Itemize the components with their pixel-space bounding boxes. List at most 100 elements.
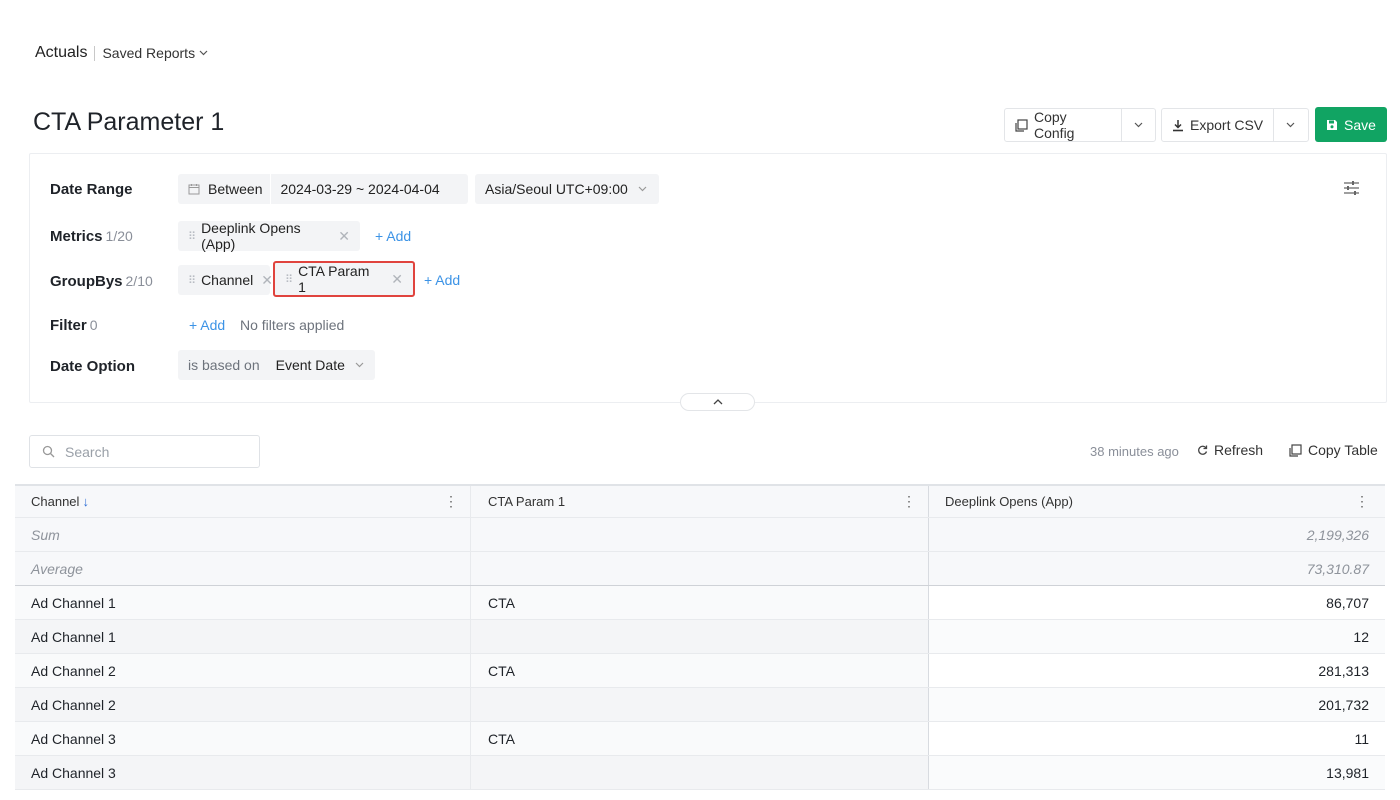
settings-sliders-icon[interactable] [1343, 180, 1360, 196]
breadcrumb: Actuals Saved Reports [35, 42, 208, 64]
channel-cell: Ad Channel 1 [15, 620, 470, 653]
sum-value: 2,199,326 [928, 518, 1385, 551]
copy-icon [1015, 118, 1028, 132]
copy-config-menu-button[interactable] [1121, 109, 1155, 141]
metric-chip-label: Deeplink Opens (App) [201, 220, 301, 252]
channel-cell: Ad Channel 2 [15, 654, 470, 687]
copy-config-button[interactable]: Copy Config [1005, 109, 1121, 141]
add-metric-link[interactable]: + Add [375, 228, 411, 244]
remove-groupby-icon[interactable]: ✕ [261, 272, 273, 289]
date-range-picker[interactable]: Between 2024-03-29 ~ 2024-04-04 [178, 174, 468, 204]
column-header-cta-param-1[interactable]: CTA Param 1 ⋮ [470, 486, 928, 517]
date-option-value: Event Date [275, 357, 345, 373]
value-cell: 281,313 [928, 654, 1385, 687]
search-input[interactable] [63, 442, 243, 461]
sum-label: Sum [31, 526, 60, 543]
table-row[interactable]: Ad Channel 3 CTA 11 [15, 722, 1385, 756]
table-row[interactable]: Ad Channel 2 CTA 281,313 [15, 654, 1385, 688]
search-icon [42, 445, 55, 458]
groupby-chip-cta-param-1[interactable]: ⠿ CTA Param 1 ✕ [273, 261, 415, 297]
sort-descending-icon[interactable]: ↓ [82, 494, 89, 509]
last-updated-text: 38 minutes ago [1090, 444, 1179, 459]
remove-metric-icon[interactable]: ✕ [338, 228, 350, 245]
column-menu-icon[interactable]: ⋮ [444, 493, 458, 510]
column-menu-icon[interactable]: ⋮ [1355, 493, 1369, 510]
refresh-button[interactable]: Refresh [1197, 442, 1263, 458]
chevron-down-icon [199, 50, 208, 56]
column-header-channel[interactable]: Channel ↓ ⋮ [15, 486, 470, 517]
channel-cell: Ad Channel 3 [15, 756, 470, 789]
channel-cell: Ad Channel 3 [15, 722, 470, 755]
groupby-chip-label: CTA Param 1 [298, 263, 370, 295]
chevron-down-icon [1286, 122, 1295, 128]
save-button[interactable]: Save [1315, 107, 1387, 142]
timezone-select[interactable]: Asia/Seoul UTC+09:00 [475, 174, 659, 204]
column-title: Channel [31, 494, 80, 509]
date-option-label: Date Option [50, 358, 135, 375]
average-value: 73,310.87 [928, 552, 1385, 585]
filter-label: Filter 0 [50, 317, 97, 334]
column-header-deeplink-opens[interactable]: Deeplink Opens (App) ⋮ [928, 486, 1385, 517]
date-option-select[interactable]: is based on Event Date [178, 350, 375, 380]
filter-count: 0 [89, 317, 98, 333]
drag-handle-icon[interactable]: ⠿ [285, 273, 293, 286]
groupby-chip-label: Channel [201, 272, 254, 288]
average-label: Average [31, 560, 83, 577]
cta-cell [470, 620, 928, 653]
date-range-value: 2024-03-29 ~ 2024-04-04 [280, 181, 440, 197]
cta-cell [470, 756, 928, 789]
download-icon [1173, 119, 1183, 131]
filter-status: No filters applied [240, 317, 345, 333]
groupbys-count: 2/10 [125, 273, 153, 289]
export-csv-label: Export CSV [1190, 117, 1264, 133]
average-cta-cell [470, 552, 928, 585]
groupbys-label-text: GroupBys [50, 273, 123, 290]
drag-handle-icon[interactable]: ⠿ [188, 230, 196, 243]
column-title: Deeplink Opens (App) [945, 494, 1073, 509]
column-menu-icon[interactable]: ⋮ [902, 493, 916, 510]
add-groupby-link[interactable]: + Add [424, 272, 460, 288]
drag-handle-icon[interactable]: ⠿ [188, 274, 196, 287]
saved-reports-dropdown[interactable]: Saved Reports [102, 45, 208, 61]
table-search[interactable] [29, 435, 260, 468]
table-row[interactable]: Ad Channel 3 13,981 [15, 756, 1385, 790]
calendar-icon [188, 184, 200, 195]
refresh-icon [1198, 445, 1208, 455]
export-csv-group: Export CSV [1161, 108, 1309, 142]
copy-table-label: Copy Table [1308, 442, 1378, 458]
filter-label-text: Filter [50, 317, 87, 334]
refresh-label: Refresh [1214, 442, 1264, 458]
groupby-chip-channel[interactable]: ⠿ Channel ✕ [178, 265, 273, 295]
value-cell: 86,707 [928, 586, 1385, 619]
table-row[interactable]: Ad Channel 1 CTA 86,707 [15, 586, 1385, 620]
copy-config-label: Copy Config [1034, 109, 1075, 141]
table-row[interactable]: Ad Channel 1 12 [15, 620, 1385, 654]
cta-cell [470, 688, 928, 721]
date-range-mode: Between [208, 181, 263, 197]
cta-cell: CTA [470, 722, 928, 755]
remove-groupby-icon[interactable]: ✕ [391, 271, 403, 288]
save-icon [1327, 119, 1338, 130]
channel-cell: Ad Channel 1 [15, 586, 470, 619]
copy-icon [1289, 443, 1302, 457]
sum-cta-cell [470, 518, 928, 551]
table-row[interactable]: Ad Channel 2 201,732 [15, 688, 1385, 722]
collapse-panel-button[interactable] [680, 393, 755, 411]
export-csv-button[interactable]: Export CSV [1162, 109, 1273, 141]
timezone-value: Asia/Seoul UTC+09:00 [485, 181, 628, 197]
metrics-count: 1/20 [105, 228, 133, 244]
date-option-prefix: is based on [188, 357, 260, 373]
value-cell: 201,732 [928, 688, 1385, 721]
saved-reports-label: Saved Reports [102, 45, 196, 61]
breadcrumb-app[interactable]: Actuals [35, 44, 87, 62]
metric-chip[interactable]: ⠿ Deeplink Opens (App) ✕ [178, 220, 360, 252]
add-filter-link[interactable]: + Add [189, 317, 225, 333]
metrics-label-text: Metrics [50, 228, 103, 245]
value-cell: 12 [928, 620, 1385, 653]
copy-config-group: Copy Config [1004, 108, 1156, 142]
data-table: Channel ↓ ⋮ CTA Param 1 ⋮ Deeplink Opens … [15, 484, 1385, 790]
column-title: CTA Param 1 [488, 494, 566, 509]
copy-table-button[interactable]: Copy Table [1289, 442, 1378, 458]
save-label: Save [1344, 116, 1376, 133]
export-csv-menu-button[interactable] [1273, 109, 1307, 141]
